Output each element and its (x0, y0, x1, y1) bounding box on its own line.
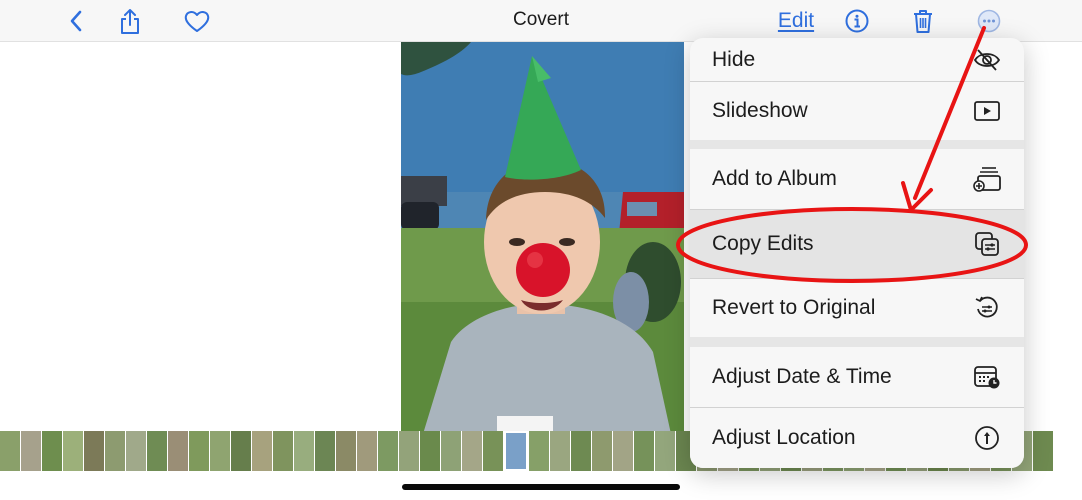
thumbnail[interactable] (105, 431, 125, 471)
thumbnail[interactable] (357, 431, 377, 471)
menu-item-hide[interactable]: Hide (690, 38, 1024, 81)
main-photo[interactable] (401, 42, 684, 434)
eye-slash-icon (972, 45, 1002, 75)
home-indicator[interactable] (402, 484, 680, 490)
copy-edits-icon (972, 229, 1002, 259)
menu-item-slideshow[interactable]: Slideshow (690, 82, 1024, 140)
location-info-icon (972, 423, 1002, 453)
menu-item-label: Adjust Date & Time (712, 365, 892, 388)
thumbnail[interactable] (655, 431, 675, 471)
thumbnail[interactable] (1033, 431, 1053, 471)
thumbnail[interactable] (336, 431, 356, 471)
share-icon[interactable] (116, 6, 144, 36)
menu-item-label: Adjust Location (712, 426, 856, 449)
back-chevron-icon[interactable] (62, 6, 90, 36)
thumbnail[interactable] (441, 431, 461, 471)
context-menu: Hide Slideshow Add to Album Copy Edits R… (690, 38, 1024, 468)
play-rectangle-icon (972, 96, 1002, 126)
thumbnail[interactable] (462, 431, 482, 471)
thumbnail[interactable] (378, 431, 398, 471)
thumbnail[interactable] (126, 431, 146, 471)
thumbnail[interactable] (147, 431, 167, 471)
trash-icon[interactable] (909, 6, 937, 36)
photos-app-screen: Covert Edit Hide Slideshow Add to Album … (0, 0, 1082, 500)
thumbnail[interactable] (42, 431, 62, 471)
thumbnail[interactable] (210, 431, 230, 471)
menu-item-label: Add to Album (712, 167, 837, 190)
thumbnail[interactable] (63, 431, 83, 471)
thumbnail[interactable] (529, 431, 549, 471)
menu-item-label: Slideshow (712, 99, 808, 122)
menu-item-adjust-date-time[interactable]: Adjust Date & Time (690, 347, 1024, 407)
calendar-clock-icon (972, 362, 1002, 392)
thumbnail[interactable] (168, 431, 188, 471)
thumbnail[interactable] (634, 431, 654, 471)
add-to-album-icon (972, 164, 1002, 194)
thumbnail[interactable] (0, 431, 20, 471)
thumbnail-current[interactable] (504, 431, 528, 471)
page-title: Covert (513, 9, 569, 30)
thumbnail[interactable] (189, 431, 209, 471)
top-toolbar: Covert Edit (0, 0, 1082, 42)
thumbnail[interactable] (84, 431, 104, 471)
thumbnail[interactable] (483, 431, 503, 471)
heart-icon[interactable] (182, 6, 212, 36)
thumbnail[interactable] (399, 431, 419, 471)
edit-button[interactable]: Edit (772, 6, 820, 36)
menu-item-adjust-location[interactable]: Adjust Location (690, 408, 1024, 468)
thumbnail[interactable] (294, 431, 314, 471)
menu-item-revert-to-original[interactable]: Revert to Original (690, 279, 1024, 337)
thumbnail[interactable] (571, 431, 591, 471)
thumbnail[interactable] (231, 431, 251, 471)
revert-icon (972, 293, 1002, 323)
menu-item-label: Copy Edits (712, 232, 814, 255)
menu-item-add-to-album[interactable]: Add to Album (690, 149, 1024, 209)
thumbnail[interactable] (550, 431, 570, 471)
thumbnail[interactable] (252, 431, 272, 471)
menu-item-copy-edits[interactable]: Copy Edits (690, 210, 1024, 278)
thumbnail[interactable] (613, 431, 633, 471)
thumbnail[interactable] (315, 431, 335, 471)
thumbnail[interactable] (21, 431, 41, 471)
menu-item-label: Hide (712, 47, 756, 71)
info-icon[interactable] (843, 6, 871, 36)
menu-item-label: Revert to Original (712, 296, 876, 319)
thumbnail[interactable] (273, 431, 293, 471)
thumbnail[interactable] (592, 431, 612, 471)
thumbnail[interactable] (420, 431, 440, 471)
edit-button-label: Edit (777, 9, 815, 32)
more-ellipsis-icon[interactable] (975, 6, 1003, 36)
